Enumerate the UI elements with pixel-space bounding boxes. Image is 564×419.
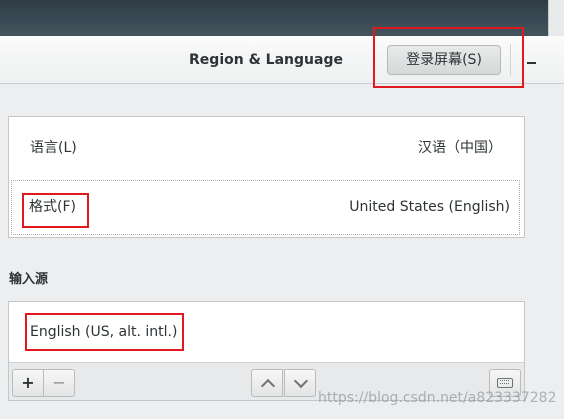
formats-row[interactable]: 格式(F) United States (English) — [11, 180, 520, 235]
remove-input-source-button[interactable]: − — [43, 369, 75, 397]
chevron-down-icon — [293, 373, 309, 389]
language-value: 汉语（中国） — [418, 140, 502, 156]
chevron-up-icon — [260, 378, 276, 394]
add-input-source-button[interactable]: + — [12, 369, 44, 397]
formats-label: 格式(F) — [29, 199, 76, 215]
header-separator — [510, 44, 511, 76]
input-sources-heading: 输入源 — [9, 272, 49, 287]
input-source-label: English (US, alt. intl.) — [30, 324, 178, 340]
move-down-button[interactable] — [284, 369, 316, 397]
keyboard-icon — [497, 378, 513, 388]
window-title: Region & Language — [189, 52, 343, 68]
language-row[interactable]: 语言(L) 汉语（中国） — [9, 119, 524, 177]
input-sources-panel: English (US, alt. intl.) + − — [8, 301, 525, 401]
login-screen-button[interactable]: 登录屏幕(S) — [387, 45, 501, 75]
top-strip — [0, 0, 564, 36]
minus-icon: − — [52, 373, 66, 392]
formats-value: United States (English) — [349, 199, 510, 215]
header-bar: Region & Language 登录屏幕(S) — [0, 36, 564, 84]
input-source-item[interactable]: English (US, alt. intl.) — [9, 302, 524, 362]
move-up-button[interactable] — [251, 369, 283, 397]
language-format-panel: 语言(L) 汉语（中国） 格式(F) United States (Englis… — [8, 116, 525, 238]
minimize-icon[interactable] — [527, 52, 537, 68]
plus-icon: + — [21, 373, 35, 392]
language-label: 语言(L) — [30, 140, 77, 156]
top-strip-edge — [548, 0, 564, 36]
watermark: https://blog.csdn.net/a823337282 — [318, 390, 557, 406]
